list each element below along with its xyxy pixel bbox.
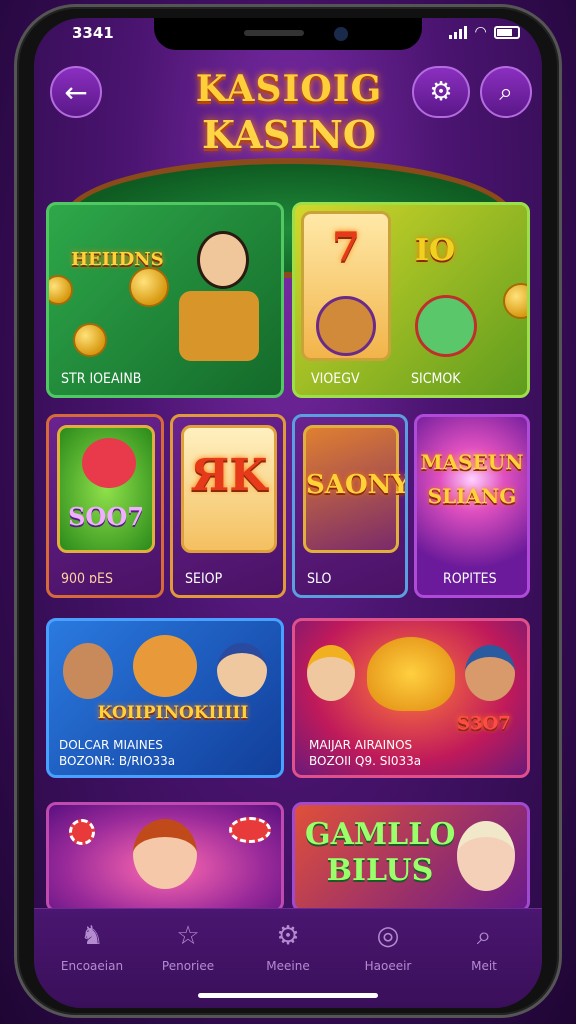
game-art: SAONY <box>303 425 408 553</box>
wifi-icon: ◠ <box>475 24 486 40</box>
banner-title: KOIIPINOKIIIII <box>97 703 249 723</box>
game-title: SAONY <box>306 470 408 500</box>
status-time: 3341 <box>72 24 114 42</box>
promo-card-2[interactable]: GAMLLO BILUS <box>292 802 530 912</box>
player-face <box>457 821 515 891</box>
dog-icon: ♞ <box>80 921 104 951</box>
gear-icon: ⚙ <box>276 921 300 951</box>
search-icon: ⌕ <box>476 921 492 951</box>
search-button[interactable]: ⌕ <box>480 66 532 118</box>
game-art: SOO7 <box>57 425 155 553</box>
player-face <box>307 645 355 701</box>
player-face <box>217 643 267 697</box>
banner-text: DOLCAR MIAINES BOZONR: B/RIO33a <box>59 737 175 769</box>
coin <box>49 275 73 305</box>
game-card-2[interactable]: ЯK SEIOP <box>170 414 286 598</box>
game-title: MASEUN SLIANG <box>420 450 524 508</box>
coin <box>503 283 527 319</box>
tab-meit[interactable]: ⌕ Meit <box>436 919 532 973</box>
game-card-3[interactable]: SAONY SLO <box>292 414 408 598</box>
game-title: ЯK <box>190 450 268 501</box>
monster-face <box>415 295 477 357</box>
banner-card-1[interactable]: KOIIPINOKIIIII DOLCAR MIAINES BOZONR: B/… <box>46 618 284 778</box>
battery-icon <box>494 25 520 39</box>
chip-icon <box>229 817 271 843</box>
banner-line-2: BOZOII Q9. SI033a <box>309 754 422 768</box>
player-face <box>63 643 113 699</box>
logo-line-2: KASINO <box>201 112 377 157</box>
tab-label: Meeine <box>266 959 310 973</box>
app-screen: 3341 ◠ ← ⚙ ⌕ KASIOIG KASINO HEIIDNS STR … <box>34 18 542 1008</box>
game-label: ROPITES <box>443 571 497 587</box>
banner-line-2: BOZONR: B/RIO33a <box>59 754 176 768</box>
back-button[interactable]: ← <box>50 66 102 118</box>
featured-card-1[interactable]: HEIIDNS STR IOEAINB <box>46 202 284 398</box>
tab-label: Haoeeir <box>364 959 412 973</box>
character-body <box>179 291 259 361</box>
featured-label: VIOEGV <box>311 371 360 387</box>
game-label: SEIOP <box>185 571 223 587</box>
featured-label-2: SICMOK <box>411 371 461 387</box>
featured-card-2[interactable]: 7 IO VIOEGV SICMOK <box>292 202 530 398</box>
game-title: SOO7 <box>68 502 144 531</box>
game-card-4[interactable]: MASEUN SLIANG ROPITES <box>414 414 530 598</box>
game-card-1[interactable]: SOO7 900 ɒES <box>46 414 164 598</box>
promo-card-1[interactable] <box>46 802 284 912</box>
tab-encoaeian[interactable]: ♞ Encoaeian <box>44 919 140 973</box>
bottom-tab-bar: ♞ Encoaeian ☆ Penoriee ⚙ Meeine ◎ Haoeei… <box>34 908 542 1008</box>
game-label: SLO <box>307 571 332 587</box>
player-face <box>465 645 515 701</box>
tab-meeine[interactable]: ⚙ Meeine <box>240 919 336 973</box>
logo-line-1: KASIOIG <box>195 68 383 110</box>
tiger-face <box>133 635 197 697</box>
coin <box>129 267 169 307</box>
featured-title: IO <box>415 233 456 268</box>
app-logo: KASIOIG KASINO <box>174 68 404 188</box>
coin <box>73 323 107 357</box>
tab-penoriee[interactable]: ☆ Penoriee <box>140 919 236 973</box>
banner-text: MAIJAR AIRAINOS BOZOII Q9. SI033a <box>309 737 421 769</box>
bear-face <box>82 438 136 488</box>
banner-line-1: MAIJAR AIRAINOS <box>309 738 413 752</box>
lion-face <box>316 296 376 356</box>
chip-icon <box>69 819 95 845</box>
tab-label: Meit <box>471 959 497 973</box>
gear-icon: ⚙ <box>429 77 453 107</box>
tab-label: Penoriee <box>161 959 215 973</box>
status-bar: 3341 ◠ <box>34 24 542 48</box>
status-icons: ◠ <box>449 24 520 40</box>
chip-icon: ◎ <box>376 921 400 951</box>
helmet-art <box>367 637 455 711</box>
featured-label: STR IOEAINB <box>61 371 142 387</box>
player-face <box>133 819 197 889</box>
character-face <box>197 231 249 289</box>
star-icon: ☆ <box>176 921 200 951</box>
promo-title: GAMLLO BILUS <box>305 817 456 888</box>
banner-line-1: DOLCAR MIAINES <box>59 738 163 752</box>
home-indicator[interactable] <box>198 993 378 998</box>
signal-icon <box>449 25 468 39</box>
banner-card-2[interactable]: S3O7 MAIJAR AIRAINOS BOZOII Q9. SI033a <box>292 618 530 778</box>
back-arrow-icon: ← <box>64 75 88 109</box>
slot-reel: 7 <box>301 211 391 361</box>
game-art: ЯK <box>181 425 277 553</box>
game-label: 900 ɒES <box>61 571 113 587</box>
search-icon: ⌕ <box>499 78 513 106</box>
settings-button[interactable]: ⚙ <box>412 66 470 118</box>
tab-haoeeir[interactable]: ◎ Haoeeir <box>340 919 436 973</box>
tab-label: Encoaeian <box>60 959 124 973</box>
banner-title: S3O7 <box>457 713 511 734</box>
